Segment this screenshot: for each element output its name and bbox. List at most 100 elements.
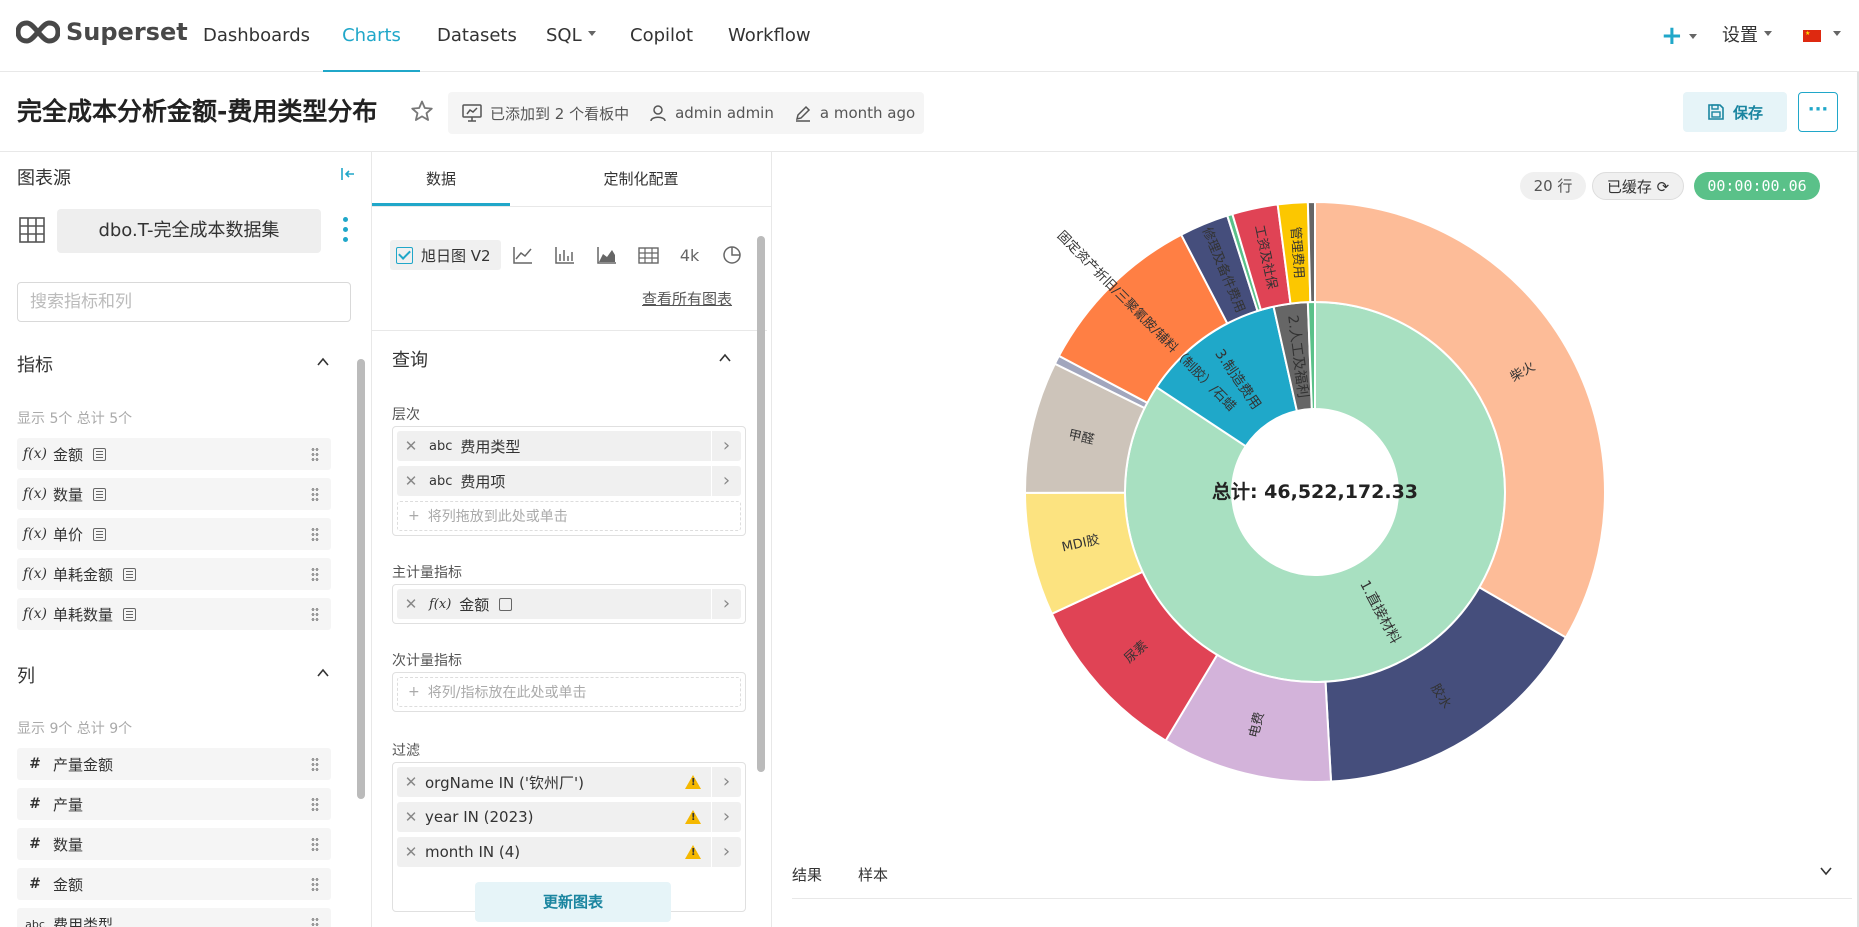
drag-handle-icon[interactable] — [311, 757, 319, 771]
secondary-metric-box: + 将列/指标放在此处或单击 — [392, 672, 746, 712]
chevron-up-icon[interactable] — [316, 355, 330, 369]
chart-title[interactable]: 完全成本分析金额-费用类型分布 — [17, 92, 377, 128]
drag-handle-icon[interactable] — [311, 917, 319, 927]
chevron-right-icon[interactable]: › — [711, 589, 741, 619]
big-number-icon[interactable]: 4k — [669, 246, 711, 265]
filter-pill[interactable]: ✕month IN (4) › — [397, 837, 741, 867]
hierarchy-drop-zone[interactable]: + 将列拖放到此处或单击 — [397, 501, 741, 531]
drag-handle-icon[interactable] — [311, 837, 319, 851]
settings-label: 设置 — [1722, 25, 1758, 46]
chevron-right-icon[interactable]: › — [711, 466, 741, 496]
metric-item[interactable]: f(x) 单价 — [17, 518, 331, 550]
owner-info: admin admin — [649, 104, 774, 122]
datasource-title: 图表源 — [17, 168, 71, 189]
tab-results[interactable]: 结果 — [792, 864, 822, 885]
collapse-panel-icon[interactable] — [340, 166, 356, 182]
current-viz-type[interactable]: 旭日图 V2 — [390, 240, 501, 270]
metric-item[interactable]: f(x) 数量 — [17, 478, 331, 510]
metric-item[interactable]: f(x) 单耗金额 — [17, 558, 331, 590]
drag-handle-icon[interactable] — [311, 567, 319, 581]
metric-item[interactable]: f(x) 单耗数量 — [17, 598, 331, 630]
columns-section-title[interactable]: 列 — [17, 662, 35, 688]
filter-pill[interactable]: ✕orgName IN ('钦州厂') › — [397, 767, 741, 797]
column-label: 金额 — [53, 875, 84, 894]
total-label: 总计: 46,522,172.33 — [1212, 480, 1418, 503]
column-item[interactable]: abc 费用类型 — [17, 908, 331, 927]
remove-icon[interactable]: ✕ — [397, 808, 425, 826]
table-icon[interactable] — [627, 245, 669, 265]
column-item[interactable]: # 金额 — [17, 868, 331, 900]
remove-icon[interactable]: ✕ — [397, 773, 425, 791]
drag-handle-icon[interactable] — [311, 607, 319, 621]
nav-workflow[interactable]: Workflow — [728, 0, 811, 72]
cached-badge[interactable]: 已缓存 ⟳ — [1592, 172, 1684, 200]
add-new-button[interactable]: + — [1661, 0, 1697, 72]
nav-charts[interactable]: Charts — [323, 0, 420, 72]
favorite-star-icon[interactable] — [410, 99, 434, 123]
hierarchy-pill[interactable]: ✕ abc 费用类型 › — [397, 431, 741, 461]
drag-handle-icon[interactable] — [311, 877, 319, 891]
chevron-up-icon[interactable] — [316, 666, 330, 680]
more-actions-button[interactable]: ··· — [1798, 92, 1838, 132]
update-chart-button[interactable]: 更新图表 — [475, 882, 671, 922]
hierarchy-pill[interactable]: ✕ abc 费用项 › — [397, 466, 741, 496]
line-chart-icon[interactable] — [501, 245, 543, 265]
tab-samples[interactable]: 样本 — [858, 864, 888, 885]
view-all-charts-link[interactable]: 查看所有图表 — [642, 288, 732, 309]
remove-icon[interactable]: ✕ — [397, 472, 425, 490]
pill-label: orgName IN ('钦州厂') — [425, 773, 584, 792]
primary-metric-label: 主计量指标 — [392, 565, 462, 581]
search-metrics-input[interactable]: 搜索指标和列 — [17, 282, 351, 322]
remove-icon[interactable]: ✕ — [397, 437, 425, 455]
dashboards-count-text: 已添加到 2 个看板中 — [490, 104, 630, 123]
drop-zone-text: 将列拖放到此处或单击 — [427, 509, 568, 525]
query-section-title[interactable]: 查询 — [392, 346, 428, 372]
dashboards-info[interactable]: 已添加到 2 个看板中 — [462, 103, 629, 124]
save-button[interactable]: 保存 — [1683, 92, 1787, 132]
chevron-right-icon[interactable]: › — [711, 802, 741, 832]
modified-time: a month ago — [819, 104, 916, 122]
tab-customize[interactable]: 定制化配置 — [510, 152, 771, 206]
filter-pill[interactable]: ✕year IN (2023) › — [397, 802, 741, 832]
chevron-right-icon[interactable]: › — [711, 767, 741, 797]
chevron-down-icon[interactable] — [1819, 864, 1833, 878]
owner-name: admin admin — [675, 104, 774, 122]
metric-pill[interactable]: ✕ f(x) 金额 › — [397, 589, 741, 619]
control-panel-scrollbar[interactable] — [757, 236, 765, 772]
drag-handle-icon[interactable] — [311, 447, 319, 461]
nav-datasets[interactable]: Datasets — [437, 0, 517, 72]
column-label: 产量 — [53, 795, 84, 814]
bar-chart-icon[interactable] — [543, 245, 585, 265]
dataset-menu-icon[interactable] — [340, 217, 350, 247]
drag-handle-icon[interactable] — [311, 797, 319, 811]
metrics-section-title[interactable]: 指标 — [17, 351, 53, 377]
settings-menu[interactable]: 设置 — [1722, 0, 1772, 72]
sunburst-chart[interactable]: 1.直接材料3.制造费用 2.人工及福利 柴火胶水电费尿素MDI胶甲醛固定资产折旧/… — [772, 202, 1859, 842]
remove-icon[interactable]: ✕ — [397, 843, 425, 861]
column-item[interactable]: # 数量 — [17, 828, 331, 860]
tab-data[interactable]: 数据 — [372, 152, 510, 206]
superset-logo[interactable]: Superset — [16, 18, 188, 46]
dataset-selector[interactable]: dbo.T-完全成本数据集 — [57, 209, 321, 253]
secondary-drop-zone[interactable]: + 将列/指标放在此处或单击 — [397, 677, 741, 707]
area-chart-icon[interactable] — [585, 245, 627, 265]
column-item[interactable]: # 产量 — [17, 788, 331, 820]
fx-icon: f(x) — [429, 596, 452, 612]
chevron-up-icon[interactable] — [718, 351, 732, 365]
pie-chart-icon[interactable] — [711, 245, 753, 265]
refresh-icon[interactable]: ⟳ — [1657, 178, 1670, 196]
column-item[interactable]: # 产量金额 — [17, 748, 331, 780]
chevron-right-icon[interactable]: › — [711, 837, 741, 867]
metric-item[interactable]: f(x) 金额 — [17, 438, 331, 470]
viz-name: 旭日图 V2 — [421, 246, 491, 265]
nav-sql[interactable]: SQL — [546, 0, 596, 72]
remove-icon[interactable]: ✕ — [397, 595, 425, 613]
language-menu[interactable]: ★ — [1803, 0, 1841, 72]
nav-copilot[interactable]: Copilot — [630, 0, 693, 72]
fx-icon: f(x) — [22, 606, 47, 622]
nav-dashboards[interactable]: Dashboards — [203, 0, 310, 72]
chevron-right-icon[interactable]: › — [711, 431, 741, 461]
drag-handle-icon[interactable] — [311, 487, 319, 501]
datasource-scrollbar[interactable] — [357, 359, 365, 799]
drag-handle-icon[interactable] — [311, 527, 319, 541]
